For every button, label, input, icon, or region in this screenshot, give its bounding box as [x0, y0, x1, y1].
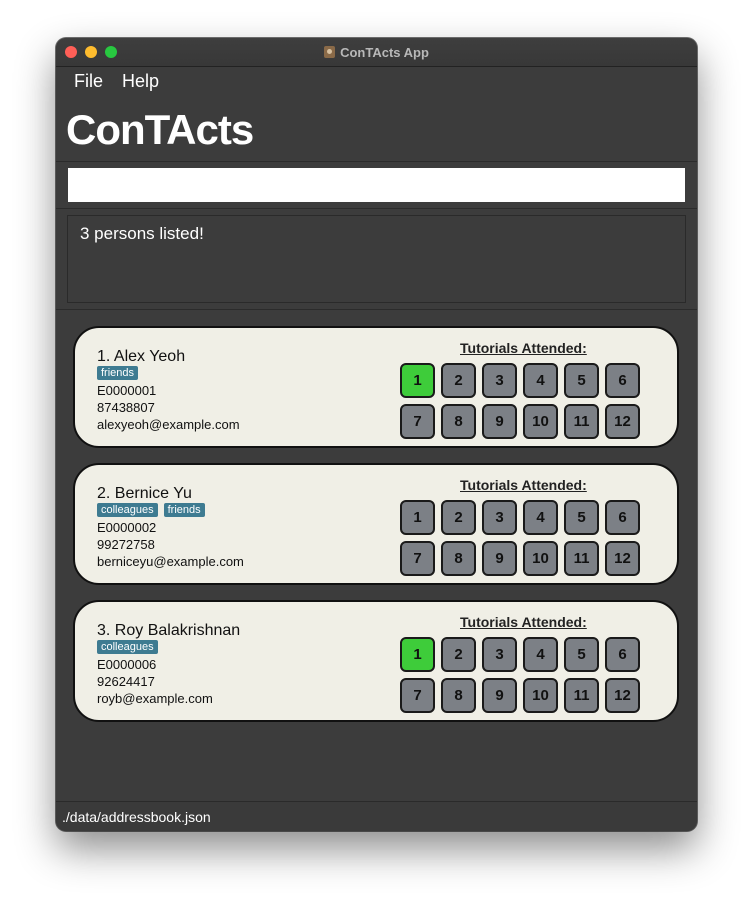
tutorial-grid: 1 2 3 4 5 6 7 8 9 10 11 12	[400, 637, 641, 713]
tutorial-3-box: 3	[482, 500, 517, 535]
command-input[interactable]	[68, 168, 685, 202]
tutorial-2-box: 2	[441, 363, 476, 398]
divider	[56, 161, 697, 162]
window-title: ConTActs App	[340, 44, 429, 60]
divider	[56, 208, 697, 209]
tutorials-attended-label: Tutorials Attended:	[460, 614, 587, 630]
tutorial-10-box: 10	[523, 678, 558, 713]
tutorial-grid: 1 2 3 4 5 6 7 8 9 10 11 12	[400, 363, 641, 439]
file-menu[interactable]: File	[74, 71, 103, 92]
status-bar: ./data/addressbook.json	[56, 801, 697, 831]
email-address: royb@example.com	[97, 691, 213, 706]
menu-bar: File Help	[56, 67, 697, 97]
tutorial-12-box: 12	[605, 541, 640, 576]
title-bar: ConTActs App	[56, 38, 697, 67]
tutorial-8-box: 8	[441, 404, 476, 439]
tag-badge: colleagues	[97, 640, 158, 654]
tutorial-7-box: 7	[400, 404, 435, 439]
tutorial-8-box: 8	[441, 541, 476, 576]
person-list[interactable]: 1. Alex Yeoh friends E0000001 87438807 a…	[56, 310, 697, 802]
tag-badge: friends	[163, 503, 205, 517]
result-display[interactable]: 3 persons listed!	[67, 215, 686, 303]
tutorial-4-box: 4	[523, 637, 558, 672]
tutorial-10-box: 10	[523, 541, 558, 576]
tutorial-5-box: 5	[564, 500, 599, 535]
phone-number: 92624417	[97, 674, 155, 689]
tutorial-9-box: 9	[482, 541, 517, 576]
result-message: 3 persons listed!	[80, 224, 204, 243]
tutorial-grid: 1 2 3 4 5 6 7 8 9 10 11 12	[400, 500, 641, 576]
tutorial-6-box: 6	[605, 637, 640, 672]
help-menu[interactable]: Help	[122, 71, 159, 92]
data-file-path: ./data/addressbook.json	[62, 809, 211, 825]
tutorial-7-box: 7	[400, 541, 435, 576]
tutorial-6-box: 6	[605, 363, 640, 398]
person-tags: colleagues	[97, 640, 158, 654]
tutorial-6-box: 6	[605, 500, 640, 535]
person-name: 1. Alex Yeoh	[97, 348, 186, 365]
tutorial-5-box: 5	[564, 363, 599, 398]
person-tags: colleagues friends	[97, 503, 205, 517]
tutorial-3-box: 3	[482, 637, 517, 672]
phone-number: 87438807	[97, 400, 155, 415]
tutorial-10-box: 10	[523, 404, 558, 439]
tutorial-1-box: 1	[400, 637, 435, 672]
student-id: E0000001	[97, 383, 157, 398]
person-name: 3. Roy Balakrishnan	[97, 622, 241, 639]
tutorial-4-box: 4	[523, 500, 558, 535]
tutorials-attended-label: Tutorials Attended:	[460, 477, 587, 493]
tutorial-4-box: 4	[523, 363, 558, 398]
tutorial-8-box: 8	[441, 678, 476, 713]
app-window: ConTActs App File Help ConTActs 3 person…	[56, 38, 697, 831]
email-address: berniceyu@example.com	[97, 554, 244, 569]
tutorial-12-box: 12	[605, 678, 640, 713]
app-brand-title: ConTActs	[66, 106, 254, 153]
email-address: alexyeoh@example.com	[97, 417, 240, 432]
person-tags: friends	[97, 366, 139, 380]
tutorial-3-box: 3	[482, 363, 517, 398]
tag-badge: friends	[97, 366, 139, 380]
person-card[interactable]: 3. Roy Balakrishnan colleagues E0000006 …	[73, 600, 679, 722]
person-name: 2. Bernice Yu	[97, 485, 192, 502]
student-id: E0000002	[97, 520, 157, 535]
tag-badge: colleagues	[97, 503, 158, 517]
contacts-app-icon	[324, 46, 336, 58]
phone-number: 99272758	[97, 537, 155, 552]
person-card[interactable]: 1. Alex Yeoh friends E0000001 87438807 a…	[73, 326, 679, 448]
person-card[interactable]: 2. Bernice Yu colleagues friends E000000…	[73, 463, 679, 585]
tutorial-7-box: 7	[400, 678, 435, 713]
tutorial-9-box: 9	[482, 404, 517, 439]
tutorial-1-box: 1	[400, 500, 435, 535]
tutorial-2-box: 2	[441, 637, 476, 672]
tutorial-9-box: 9	[482, 678, 517, 713]
tutorials-attended-label: Tutorials Attended:	[460, 340, 587, 356]
tutorial-5-box: 5	[564, 637, 599, 672]
tutorial-11-box: 11	[564, 541, 599, 576]
tutorial-2-box: 2	[441, 500, 476, 535]
tutorial-12-box: 12	[605, 404, 640, 439]
student-id: E0000006	[97, 657, 157, 672]
tutorial-1-box: 1	[400, 363, 435, 398]
tutorial-11-box: 11	[564, 404, 599, 439]
tutorial-11-box: 11	[564, 678, 599, 713]
